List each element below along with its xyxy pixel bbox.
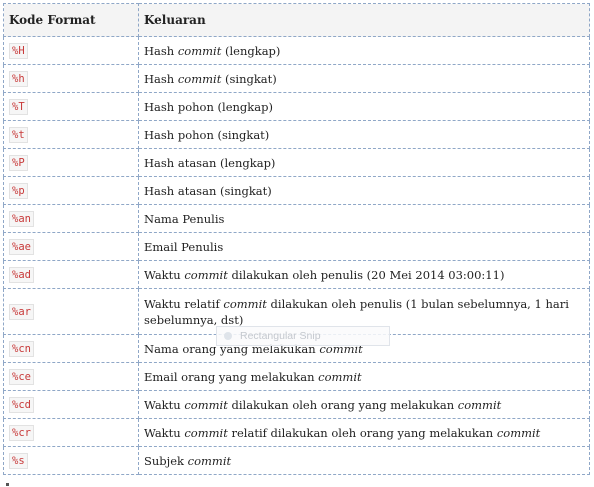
table-row: %an Nama Penulis xyxy=(3,204,590,233)
output-description-cell: Hash pohon (lengkap) xyxy=(138,92,590,121)
format-code-cell: %H xyxy=(3,36,139,65)
description-text: Waktu xyxy=(144,397,185,412)
format-code-cell: %cr xyxy=(3,418,139,447)
description-emphasis: commit xyxy=(184,425,228,440)
header-format-code: Kode Format xyxy=(3,3,139,37)
bullet-marker xyxy=(6,483,9,486)
description-text: Hash pohon (singkat) xyxy=(144,127,270,142)
format-code: %P xyxy=(9,154,28,171)
output-description-cell: Waktu commit dilakukan oleh penulis (20 … xyxy=(138,260,590,289)
format-code: %p xyxy=(9,182,28,199)
format-code: %cr xyxy=(9,424,34,441)
output-description-cell: Email orang yang melakukan commit xyxy=(138,362,590,391)
format-code-cell: %P xyxy=(3,148,139,177)
table-row: %cr Waktu commit relatif dilakukan oleh o… xyxy=(3,418,590,447)
table-row: %t Hash pohon (singkat) xyxy=(3,120,590,149)
description-text: Hash atasan (singkat) xyxy=(144,183,272,198)
format-code-cell: %t xyxy=(3,120,139,149)
table-row: %s Subjek commit xyxy=(3,446,590,475)
format-code: %ad xyxy=(9,266,34,283)
description-text: Hash pohon (lengkap) xyxy=(144,99,273,114)
format-code: %t xyxy=(9,126,28,143)
output-description-cell: Hash commit (lengkap) xyxy=(138,36,590,65)
description-emphasis: commit xyxy=(184,397,228,412)
description-text: (lengkap) xyxy=(221,43,281,58)
format-code-cell: %ad xyxy=(3,260,139,289)
table-row: %cd Waktu commit dilakukan oleh orang yan… xyxy=(3,390,590,419)
description-text: Nama Penulis xyxy=(144,211,225,226)
table-row: %ae Email Penulis xyxy=(3,232,590,261)
table-row: %ad Waktu commit dilakukan oleh penulis (… xyxy=(3,260,590,289)
format-code: %T xyxy=(9,98,28,115)
output-description-cell: Waktu commit dilakukan oleh orang yang m… xyxy=(138,390,590,419)
table-header-row: Kode Format Keluaran xyxy=(3,3,590,37)
format-code-cell: %T xyxy=(3,92,139,121)
table-row: %p Hash atasan (singkat) xyxy=(3,176,590,205)
output-description-cell: Hash atasan (lengkap) xyxy=(138,148,590,177)
snip-tooltip: Rectangular Snip xyxy=(216,326,390,346)
description-emphasis: commit xyxy=(177,43,222,58)
table-row: %h Hash commit (singkat) xyxy=(3,64,590,93)
format-code: %H xyxy=(9,42,28,59)
output-description-cell: Hash atasan (singkat) xyxy=(138,176,590,205)
table-body: %H Hash commit (lengkap) %h Hash commit (si… xyxy=(3,36,590,475)
format-code: %h xyxy=(9,70,28,87)
format-code: %cd xyxy=(9,396,34,413)
format-code-cell: %ar xyxy=(3,288,139,335)
format-code: %ce xyxy=(9,368,34,385)
output-description-cell: Email Penulis xyxy=(138,232,590,261)
table-row: %P Hash atasan (lengkap) xyxy=(3,148,590,177)
description-text: Waktu xyxy=(144,267,185,282)
description-text: Email Penulis xyxy=(144,239,224,254)
description-text: (singkat) xyxy=(221,71,277,86)
format-code-cell: %s xyxy=(3,446,139,475)
description-emphasis: commit xyxy=(457,397,502,412)
table-row: %T Hash pohon (lengkap) xyxy=(3,92,590,121)
snip-icon xyxy=(224,332,232,340)
description-emphasis: commit xyxy=(177,71,222,86)
description-text: Waktu relatif xyxy=(144,296,224,311)
description-text: Email orang yang melakukan xyxy=(144,369,319,384)
description-text: Waktu xyxy=(144,425,185,440)
format-code-cell: %h xyxy=(3,64,139,93)
description-text: Hash atasan (lengkap) xyxy=(144,155,276,170)
format-code-cell: %cn xyxy=(3,334,139,363)
format-code-cell: %an xyxy=(3,204,139,233)
description-text: dilakukan oleh orang yang melakukan xyxy=(227,397,458,412)
format-code: %cn xyxy=(9,340,34,357)
table-row: %ce Email orang yang melakukan commit xyxy=(3,362,590,391)
description-text: Subjek xyxy=(144,453,188,468)
description-emphasis: commit xyxy=(187,453,232,468)
output-description-cell: Nama Penulis xyxy=(138,204,590,233)
format-code-table: Kode Format Keluaran %H Hash commit (leng… xyxy=(3,3,590,475)
format-code: %an xyxy=(9,210,34,227)
description-text: relatif dilakukan oleh orang yang melaku… xyxy=(227,425,497,440)
table-row: %H Hash commit (lengkap) xyxy=(3,36,590,65)
description-text: Hash xyxy=(144,43,178,58)
format-code: %ae xyxy=(9,238,34,255)
snip-label: Rectangular Snip xyxy=(240,330,321,342)
description-text: Hash xyxy=(144,71,178,86)
description-emphasis: commit xyxy=(223,296,267,311)
format-code-cell: %cd xyxy=(3,390,139,419)
format-code: %ar xyxy=(9,303,34,320)
output-description-cell: Hash pohon (singkat) xyxy=(138,120,590,149)
description-emphasis: commit xyxy=(184,267,228,282)
description-text: dilakukan oleh penulis (20 Mei 2014 03:0… xyxy=(227,267,505,282)
format-code-cell: %ae xyxy=(3,232,139,261)
output-description-cell: Hash commit (singkat) xyxy=(138,64,590,93)
format-code: %s xyxy=(9,452,28,469)
format-code-cell: %p xyxy=(3,176,139,205)
description-emphasis: commit xyxy=(496,425,541,440)
output-description-cell: Subjek commit xyxy=(138,446,590,475)
description-emphasis: commit xyxy=(318,369,362,384)
header-output: Keluaran xyxy=(138,3,590,37)
output-description-cell: Waktu commit relatif dilakukan oleh oran… xyxy=(138,418,590,447)
format-code-cell: %ce xyxy=(3,362,139,391)
